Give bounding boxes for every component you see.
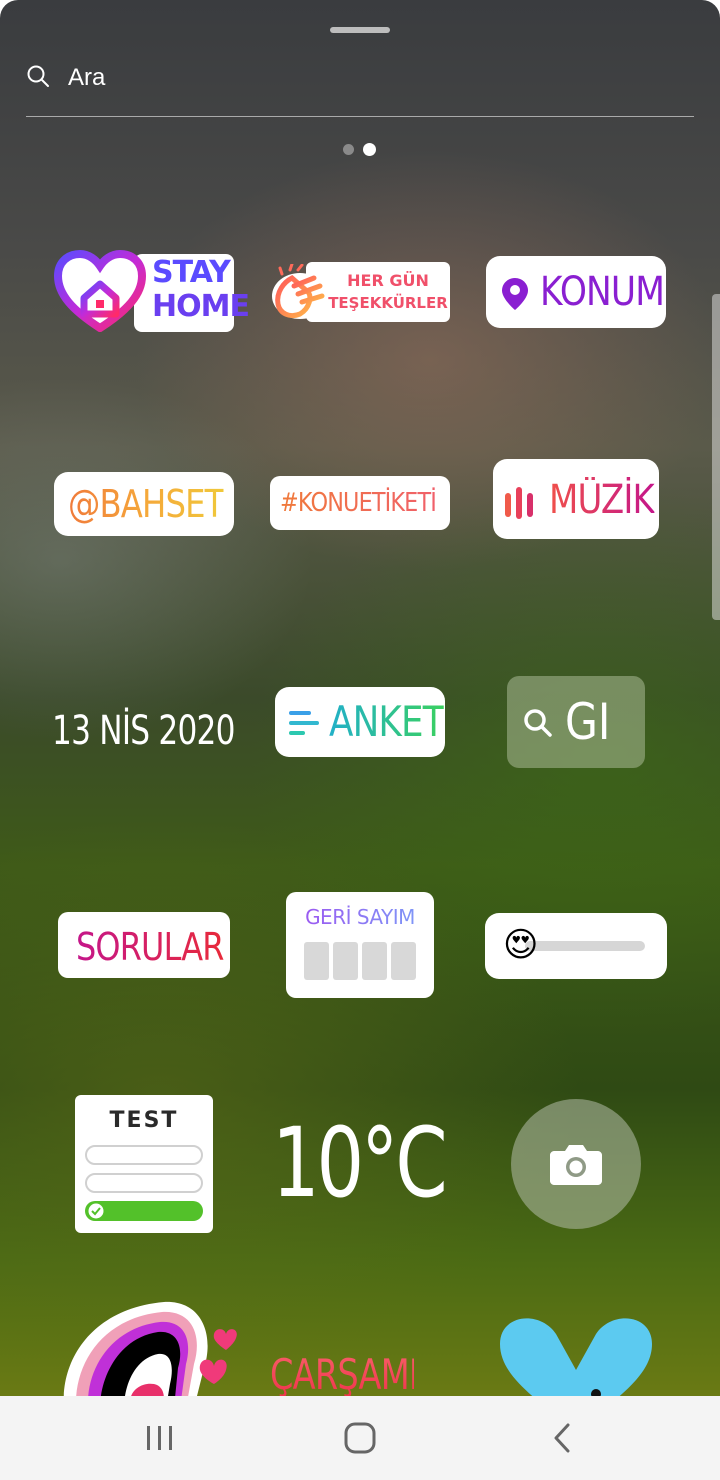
home-icon xyxy=(344,1422,376,1454)
date-label: 13 NİS 2020 xyxy=(52,708,235,754)
screaming-face-icon xyxy=(63,1301,237,1396)
quiz-correct-option xyxy=(85,1201,203,1221)
countdown-digit xyxy=(304,942,329,980)
poll-label: ANKET xyxy=(329,697,445,746)
music-sticker[interactable]: MÜZİK xyxy=(493,459,659,539)
sticker-tray: STAY HOME HER GÜN TEŞEKKÜRLER KONUM @BAH… xyxy=(0,0,720,1396)
hashtag-sticker[interactable]: #KONUETİKETİ xyxy=(270,476,450,530)
questions-label: SORULAR xyxy=(76,925,224,969)
page-dot-active[interactable] xyxy=(363,143,376,156)
quiz-sticker[interactable]: TEST xyxy=(75,1095,213,1233)
countdown-digit xyxy=(391,942,416,980)
page-dot[interactable] xyxy=(343,144,354,155)
countdown-sticker[interactable]: GERİ SAYIM xyxy=(286,892,434,998)
thanks-sticker[interactable]: HER GÜN TEŞEKKÜRLER xyxy=(270,262,450,322)
back-button[interactable] xyxy=(532,1416,592,1460)
system-navigation-bar xyxy=(0,1396,720,1480)
blue-character-icon xyxy=(500,1318,652,1396)
questions-sticker[interactable]: SORULAR xyxy=(58,912,230,978)
camera-sticker[interactable] xyxy=(511,1099,641,1229)
quiz-option xyxy=(85,1173,203,1193)
mention-sticker[interactable]: @BAHSET xyxy=(54,472,234,536)
day-label: ÇARŞAMBA xyxy=(270,1350,450,1396)
heart-eyes-emoji-icon: 😍 xyxy=(503,925,539,965)
hashtag-label: #KONUETİKETİ xyxy=(280,488,437,518)
search-icon xyxy=(524,709,552,737)
checkmark-icon xyxy=(88,1203,104,1219)
quiz-label: TEST xyxy=(109,1108,179,1133)
home-label: HOME xyxy=(152,289,250,324)
slider-track xyxy=(525,941,645,951)
heart-house-icon xyxy=(54,250,146,332)
recents-icon xyxy=(147,1426,172,1450)
stay-label: STAY xyxy=(152,255,231,290)
emoji-slider-sticker[interactable]: 😍 xyxy=(485,913,667,979)
camera-icon xyxy=(550,1145,602,1185)
poll-lines-icon xyxy=(289,711,319,735)
quiz-option xyxy=(85,1145,203,1165)
blue-character-sticker[interactable] xyxy=(500,1314,652,1396)
search-input[interactable] xyxy=(66,58,670,98)
music-label: MÜZİK xyxy=(549,477,655,523)
screaming-face-sticker[interactable] xyxy=(54,1298,238,1396)
location-sticker[interactable]: KONUM xyxy=(486,256,666,328)
drag-handle[interactable] xyxy=(330,27,390,33)
day-sticker[interactable]: ÇARŞAMBA xyxy=(270,1350,450,1396)
temperature-sticker[interactable]: 10°C xyxy=(272,1108,448,1218)
poll-sticker[interactable]: ANKET xyxy=(275,687,445,757)
location-pin-icon xyxy=(502,278,528,310)
gif-label: GI xyxy=(565,693,611,751)
home-button[interactable] xyxy=(330,1416,390,1460)
stay-home-sticker[interactable]: STAY HOME xyxy=(54,250,250,332)
countdown-digit xyxy=(362,942,387,980)
recents-button[interactable] xyxy=(130,1416,190,1460)
temperature-label: 10°C xyxy=(272,1107,448,1219)
scroll-edge-indicator[interactable] xyxy=(712,294,720,620)
thanks-line1: HER GÜN xyxy=(347,271,429,290)
date-sticker[interactable]: 13 NİS 2020 xyxy=(52,706,238,760)
search-bar[interactable] xyxy=(26,58,694,117)
mention-label: @BAHSET xyxy=(68,482,224,526)
music-bars-icon xyxy=(505,487,533,519)
back-icon xyxy=(554,1423,570,1453)
clapping-hands-icon xyxy=(272,264,328,319)
countdown-label: GERİ SAYIM xyxy=(286,904,434,930)
search-icon xyxy=(27,65,49,87)
gif-sticker[interactable]: GI xyxy=(507,676,645,768)
countdown-digit xyxy=(333,942,358,980)
location-label: KONUM xyxy=(540,269,665,315)
thanks-line2: TEŞEKKÜRLER xyxy=(328,294,448,312)
